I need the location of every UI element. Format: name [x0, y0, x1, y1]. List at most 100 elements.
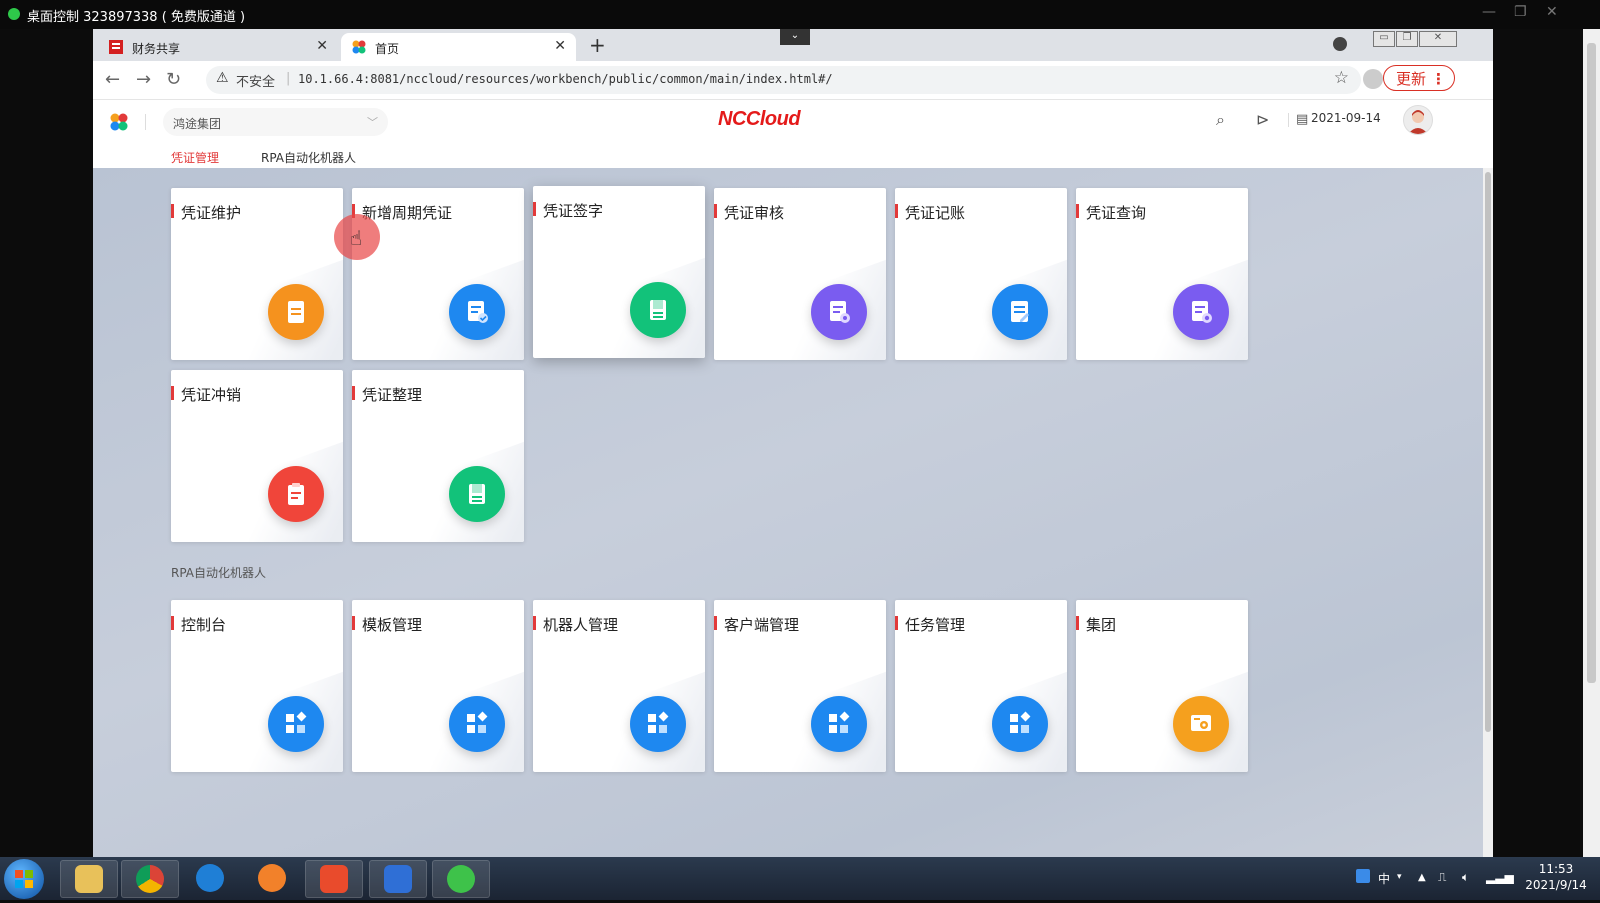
card-title: 任务管理	[905, 616, 966, 634]
avatar[interactable]	[1403, 105, 1433, 135]
document-check-icon	[449, 284, 505, 340]
back-button[interactable]: ←	[105, 69, 120, 90]
ime-caret-icon[interactable]: ▾	[1397, 872, 1402, 882]
tab-strip: 财务共享 ✕ 首页 ✕ + ⌄ ▭ ❐ ✕	[93, 29, 1493, 61]
chevron-down-icon[interactable]: ⌄	[780, 29, 810, 45]
status-dot-icon	[8, 8, 20, 20]
forward-button[interactable]: →	[136, 69, 151, 90]
app-card-voucher-1[interactable]: 凭证维护	[171, 188, 343, 360]
minimize-icon[interactable]: —	[1482, 4, 1496, 20]
taskbar-ie[interactable]	[182, 860, 238, 896]
taskbar-word[interactable]	[369, 860, 427, 898]
tab-search-icon[interactable]	[1333, 37, 1347, 51]
card-accent-bar	[714, 616, 717, 630]
tab-home[interactable]: 首页 ✕	[341, 33, 576, 61]
browser-window: 财务共享 ✕ 首页 ✕ + ⌄ ▭ ❐ ✕ ← → ↻ ⚠ 不安全 | 10.1…	[93, 29, 1493, 857]
play-circle-icon[interactable]: ⊳	[1256, 110, 1269, 129]
card-accent-bar	[714, 204, 717, 218]
apps-icon	[630, 696, 686, 752]
card-title: 凭证审核	[724, 204, 785, 222]
ie-icon	[196, 864, 224, 892]
taskbar-explorer[interactable]	[60, 860, 118, 898]
network-icon[interactable]: ⎍	[1438, 870, 1446, 885]
app-card-voucher-8[interactable]: 凭证整理	[352, 370, 524, 542]
chevron-down-icon: ﹀	[367, 116, 378, 129]
remote-scrollbar[interactable]	[1583, 29, 1600, 857]
document-icon	[268, 284, 324, 340]
wechat-icon	[447, 865, 475, 893]
address-bar[interactable]: ⚠ 不安全 | 10.1.66.4:8081/nccloud/resources…	[206, 66, 1361, 94]
app-card-rpa-2[interactable]: 模板管理	[352, 600, 524, 772]
app-card-rpa-1[interactable]: 控制台	[171, 600, 343, 772]
restore-icon[interactable]: ❐	[1514, 4, 1527, 20]
taskbar-remote-control[interactable]	[305, 860, 363, 898]
volume-icon[interactable]: 🔈︎	[1462, 870, 1469, 885]
org-select[interactable]: 鸿途集团 ﹀	[163, 108, 388, 136]
warning-icon: ⚠	[216, 70, 229, 86]
document-edit-icon	[992, 284, 1048, 340]
app-card-voucher-7[interactable]: 凭证冲销	[171, 370, 343, 542]
card-title: 凭证冲销	[181, 386, 242, 404]
window-maximize-icon[interactable]: ❐	[1396, 31, 1418, 47]
tab-rpa-robot[interactable]: RPA自动化机器人	[261, 149, 356, 166]
signal-icon[interactable]: ▂▃▅	[1486, 870, 1514, 884]
taskbar-wechat[interactable]	[432, 860, 490, 898]
taskbar-app-orange[interactable]	[244, 860, 300, 896]
app-card-voucher-3[interactable]: 凭证签字	[533, 186, 705, 358]
start-button[interactable]	[4, 859, 44, 899]
card-accent-bar	[895, 204, 898, 218]
word-icon	[384, 865, 412, 893]
app-menu-logo-icon[interactable]	[109, 112, 129, 132]
url-text: 10.1.66.4:8081/nccloud/resources/workben…	[298, 72, 833, 86]
hand-cursor-icon: ☝	[350, 226, 363, 250]
app-card-voucher-4[interactable]: 凭证审核	[714, 188, 886, 360]
card-accent-bar	[533, 202, 536, 216]
app-card-voucher-5[interactable]: 凭证记账	[895, 188, 1067, 360]
window-minimize-icon[interactable]: ▭	[1373, 31, 1395, 47]
window-close-icon[interactable]: ✕	[1419, 31, 1457, 47]
card-accent-bar	[1076, 616, 1079, 630]
app-card-rpa-6[interactable]: 集团	[1076, 600, 1248, 772]
search-icon[interactable]: ⌕	[1216, 110, 1225, 130]
remote-control-icon	[320, 865, 348, 893]
card-title: 凭证签字	[543, 202, 604, 220]
more-menu-icon: ⋮	[1431, 70, 1446, 88]
profile-icon[interactable]	[1363, 69, 1383, 89]
tray-expand-icon[interactable]: ▲	[1418, 872, 1426, 883]
app-card-rpa-3[interactable]: 机器人管理	[533, 600, 705, 772]
system-clock[interactable]: 11:53 2021/9/14	[1516, 861, 1596, 893]
bookmark-star-icon[interactable]: ☆	[1334, 68, 1349, 88]
taskbar-chrome[interactable]	[121, 860, 179, 898]
close-icon[interactable]: ✕	[1546, 4, 1558, 20]
app-card-rpa-5[interactable]: 任务管理	[895, 600, 1067, 772]
chrome-icon	[136, 865, 164, 893]
apps-icon	[449, 696, 505, 752]
app-card-rpa-4[interactable]: 客户端管理	[714, 600, 886, 772]
business-date[interactable]: 2021-09-14	[1311, 111, 1381, 125]
document-sign-icon	[449, 466, 505, 522]
fox-app-icon	[258, 864, 286, 892]
ime-mode[interactable]: 中	[1378, 870, 1390, 887]
tab-close-icon[interactable]: ✕	[554, 38, 566, 54]
card-title: 凭证维护	[181, 204, 242, 222]
calendar-icon[interactable]: ▤	[1296, 112, 1308, 127]
org-settings-icon	[1173, 696, 1229, 752]
card-accent-bar	[352, 616, 355, 630]
brand-logo: NCCloud	[718, 108, 801, 130]
card-title: 凭证查询	[1086, 204, 1147, 222]
tab-close-icon[interactable]: ✕	[316, 38, 328, 54]
reload-button[interactable]: ↻	[166, 69, 181, 90]
tab-finance-share[interactable]: 财务共享 ✕	[98, 33, 338, 61]
nccloud-favicon-icon	[352, 40, 366, 54]
app-card-voucher-6[interactable]: 凭证查询	[1076, 188, 1248, 360]
new-tab-button[interactable]: +	[589, 33, 606, 57]
workbench-area: 凭证维护 新增周期凭证 凭证签字 凭证审核 凭证记账 凭证查询凭证冲销 凭证整理 ☝ RPA自…	[93, 168, 1493, 857]
vertical-scrollbar[interactable]	[1483, 168, 1493, 857]
section-title-rpa: RPA自动化机器人	[171, 566, 267, 580]
ime-q-icon[interactable]	[1356, 869, 1370, 883]
mouse-pointer-highlight: ☝	[334, 214, 380, 260]
finance-favicon-icon	[109, 40, 123, 54]
card-title: 模板管理	[362, 616, 423, 634]
app-card-voucher-2[interactable]: 新增周期凭证	[352, 188, 524, 360]
update-button[interactable]: 更新 ⋮	[1383, 65, 1455, 91]
